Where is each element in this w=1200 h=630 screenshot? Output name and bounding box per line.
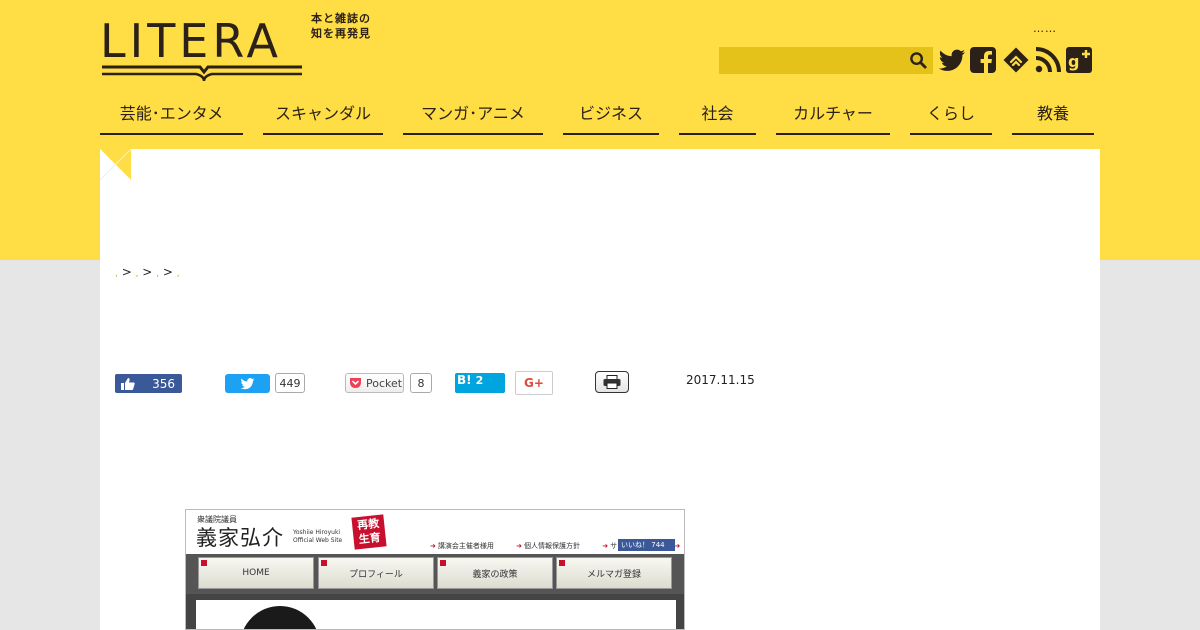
thumbs-up-icon (121, 377, 135, 390)
image-site-body (186, 594, 684, 629)
page-corner-fold (100, 149, 131, 180)
hatena-count: 2 (475, 373, 484, 387)
nav-item-manga-anime[interactable]: マンガ･アニメ (403, 95, 543, 135)
breadcrumb: , > , > , > , (115, 265, 180, 279)
nav-item-scandal[interactable]: スキャンダル (263, 95, 383, 135)
tweet-button[interactable] (225, 374, 270, 393)
pocket-icon (350, 378, 361, 388)
tweet-count: 449 (275, 373, 305, 393)
search-icon[interactable] (909, 51, 928, 70)
image-tab: メルマガ登録 (556, 557, 672, 589)
image-tab: プロフィール (318, 557, 434, 589)
nav-item-entertainment[interactable]: 芸能･エンタメ (100, 95, 243, 135)
nav-item-lifestyle[interactable]: くらし (910, 95, 992, 135)
print-button[interactable] (595, 371, 629, 393)
breadcrumb-separator: > (142, 265, 153, 279)
nav-item-business[interactable]: ビジネス (563, 95, 659, 135)
twitter-icon[interactable] (938, 46, 966, 74)
breadcrumb-separator: > (121, 265, 132, 279)
book-icon (102, 65, 302, 82)
article-panel: , > , > , > , 356 449 Pocket 8 B! 2 G+ 2… (100, 149, 1100, 630)
hatena-bookmark-button[interactable]: B! 2 (455, 373, 505, 393)
image-english-name: Yoshiie Hiroyuki Official Web Site (293, 529, 343, 544)
nav-item-education[interactable]: 教養 (1012, 95, 1094, 135)
pocket-button[interactable]: Pocket (345, 373, 404, 393)
pocket-label: Pocket (366, 376, 403, 390)
image-site-header: 衆議院議員 義家弘介 Yoshiie Hiroyuki Official Web… (186, 510, 684, 554)
facebook-icon[interactable] (969, 46, 997, 74)
hatena-label: B! (457, 373, 472, 387)
like-count: 356 (152, 376, 175, 391)
image-politician-name: 義家弘介 (196, 526, 284, 550)
image-fb-like: いいね！ 744 (618, 539, 675, 551)
google-plus-icon[interactable]: g (1065, 46, 1093, 74)
rss-icon[interactable] (1034, 46, 1062, 74)
main-nav: 芸能･エンタメ スキャンダル マンガ･アニメ ビジネス 社会 カルチャー くらし… (100, 95, 1094, 135)
article-image: 衆議院議員 義家弘介 Yoshiie Hiroyuki Official Web… (185, 509, 685, 630)
logo-tagline: 本と雑誌の 知を再発見 (311, 11, 375, 41)
search-input[interactable] (719, 47, 905, 74)
site-logo[interactable]: LITERA 本と雑誌の 知を再発見 (100, 11, 380, 86)
pocket-count: 8 (410, 373, 432, 393)
image-site-nav: HOME プロフィール 義家の政策 メルマガ登録 (186, 554, 684, 594)
breadcrumb-separator: > (162, 265, 173, 279)
image-portrait (240, 606, 320, 629)
nav-item-culture[interactable]: カルチャー (776, 95, 890, 135)
logo-tagline-line1: 本と雑誌の (311, 12, 371, 25)
image-tab: HOME (198, 557, 314, 589)
feedly-icon[interactable] (1002, 46, 1030, 74)
twitter-bird-icon (240, 377, 255, 389)
search-box (719, 47, 933, 74)
logo-tagline-line2: 知を再発見 (311, 27, 371, 40)
image-tab: 義家の政策 (437, 557, 553, 589)
nav-item-society[interactable]: 社会 (679, 95, 756, 135)
printer-icon (603, 375, 621, 389)
google-plus-share-button[interactable]: G+ (515, 371, 553, 395)
logo-wordmark: LITERA (100, 14, 282, 68)
header-menu-dots[interactable]: …… (1033, 22, 1057, 35)
image-stamp: 再教 生育 (351, 514, 387, 550)
facebook-like-button[interactable]: 356 (115, 374, 182, 393)
svg-text:g: g (1068, 52, 1079, 71)
post-date: 2017.11.15 (686, 373, 755, 387)
